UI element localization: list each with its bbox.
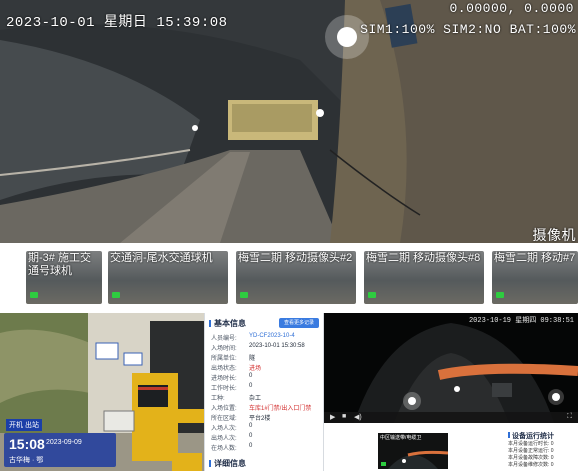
gate-status-badge: 开机 出站 [6,419,42,431]
section-title-basic: 基本信息 [209,318,246,329]
info-row-label: 进场时长: [211,376,237,382]
info-row: 出场状态: 进场 [211,363,261,372]
info-row: 所在区域: 平台2楼 [211,413,270,422]
info-row-label: 工作时长: [211,386,237,392]
info-row: 入场位置: 车库1#门禁/出入口门禁 [211,403,311,412]
info-row-value: 平台2楼 [249,416,271,422]
camera-thumbnail[interactable]: 梅雪二期 移动#7 [492,251,578,304]
info-row-label: 入场位置: [211,406,237,412]
info-row-label: 工种: [211,396,225,402]
info-row-label: 出场人次: [211,436,237,442]
info-row-value: 0 [249,433,253,439]
info-row-value: 0 [249,443,253,449]
info-row-label: 所属单位: [211,356,237,362]
camera-thumbnail-label: 梅雪二期 移动摄像头#8 [366,252,481,264]
info-row-value: 0 [249,373,253,379]
camera-thumbnail-label: 期-3# 施工交通号球机 [28,252,91,277]
gate-time: 15:08 [9,436,45,452]
volume-icon[interactable]: ◀) [354,413,362,421]
info-row: 所属单位: 隧 [211,353,255,362]
stop-icon[interactable]: ■ [342,413,346,420]
info-row-value[interactable]: YD-CF2023-10-4 [249,333,295,339]
video-controls: ▶ ■ ◀) ⛶ [324,412,578,423]
tunnel-video-player[interactable]: 2023-10-19 星期四 09:38:51 ▶ ■ ◀) ⛶ [324,313,578,423]
play-icon[interactable]: ▶ [330,413,335,421]
camera-thumbnail[interactable]: 交通洞-尾水交通球机 [108,251,228,304]
info-row-value: 进场 [249,366,262,372]
info-row: 进场时长: 0 [211,373,252,382]
stats-line: 本月设备维修次数: 0 [508,462,554,468]
tunnel-video-scene [324,313,578,423]
camera-thumbnail[interactable]: 梅雪二期 移动摄像头#2 [236,251,356,304]
osd-corner-label: 摄像机 [532,229,576,243]
gate-name: 古华梅 · 鄂 [9,457,44,464]
info-row-value: 隧 [249,356,256,362]
gate-date: 2023-09-09 [46,439,82,446]
info-row: 入场人次: 0 [211,423,252,432]
online-status-icon [112,292,120,298]
info-row-label: 入场人次: [211,426,237,432]
stats-line: 本月设备故障次数: 0 [508,455,554,461]
stats-line: 本月设备正常运行: 0 [508,448,554,454]
osd-time: 15:39:08 [156,15,228,31]
mini-video-thumbnail[interactable]: 中区输送带/电缆卫 [378,433,448,469]
camera-thumbnail-label: 梅雪二期 移动#7 [494,252,576,264]
online-status-icon [240,292,248,298]
stats-line: 本月设备运行时长: 0 [508,441,554,447]
online-status-icon [368,292,376,298]
gate-snapshot[interactable]: 开机 出站 15:08 2023-09-09 古华梅 · 鄂 [0,313,204,471]
camera-thumbnail-label: 交通洞-尾水交通球机 [110,252,213,264]
osd-weekday: 星期日 [103,15,148,31]
section-title-record: 详细信息 [209,458,246,469]
info-row-label: 出场状态: [211,366,237,372]
info-row: 在场人数: 0 [211,443,252,452]
tunnel-video-timestamp: 2023-10-19 星期四 09:38:51 [468,317,574,325]
info-row: 出场人次: 0 [211,433,252,442]
info-row: 人员编号: YD-CF2023-10-4 [211,333,295,342]
info-row-value: 2023-10-01 15:30:58 [249,343,305,349]
info-panel: 基本信息 查看更多记录 人员编号: YD-CF2023-10-4 入场时间: 2… [204,313,324,471]
online-status-icon [381,462,386,466]
osd-date: 2023-10-01 [6,15,96,31]
fullscreen-icon[interactable]: ⛶ [567,413,572,421]
osd-status-line: SIM1:100% SIM2:NO BAT:100% [360,22,576,37]
info-row: 工种: 杂工 [211,393,261,402]
info-row-label: 入场时间: [211,346,237,352]
view-more-button[interactable]: 查看更多记录 [279,318,319,328]
camera-thumbnail-strip: 期-3# 施工交通号球机 交通洞-尾水交通球机 梅雪二期 移动摄像头#2 梅雪二… [0,243,578,311]
info-row-label: 在场人数: [211,446,237,452]
online-status-icon [30,292,38,298]
osd-datetime: 2023-10-01 星期日 15:39:08 [6,11,228,31]
sub-area: 中区输送带/电缆卫 设备运行统计 本月设备运行时长: 0 本月设备正常运行: 0… [324,423,578,471]
info-row-value: 0 [249,383,253,389]
info-row-value: 0 [249,423,253,429]
stats-title: 设备运行统计 [508,431,578,441]
osd-coords: 0.00000, 0.0000 [449,1,574,16]
camera-thumbnail[interactable]: 期-3# 施工交通号球机 [26,251,102,304]
stats-panel: 设备运行统计 本月设备运行时长: 0 本月设备正常运行: 0 本月设备故障次数:… [508,431,578,469]
mini-video-label: 中区输送带/电缆卫 [380,435,422,441]
info-row-label: 人员编号: [211,336,237,342]
gate-overlay: 15:08 2023-09-09 古华梅 · 鄂 [4,433,116,467]
main-camera-view[interactable]: 2023-10-01 星期日 15:39:08 0.00000, 0.0000 … [0,0,578,243]
info-row-value: 杂工 [249,396,262,402]
info-row-value: 车库1#门禁/出入口门禁 [249,406,312,412]
camera-thumbnail[interactable]: 梅雪二期 移动摄像头#8 [364,251,484,304]
info-row: 入场时间: 2023-10-01 15:30:58 [211,343,305,352]
info-row-label: 所在区域: [211,416,237,422]
online-status-icon [496,292,504,298]
camera-thumbnail-label: 梅雪二期 移动摄像头#2 [238,252,353,264]
info-row: 工作时长: 0 [211,383,252,392]
